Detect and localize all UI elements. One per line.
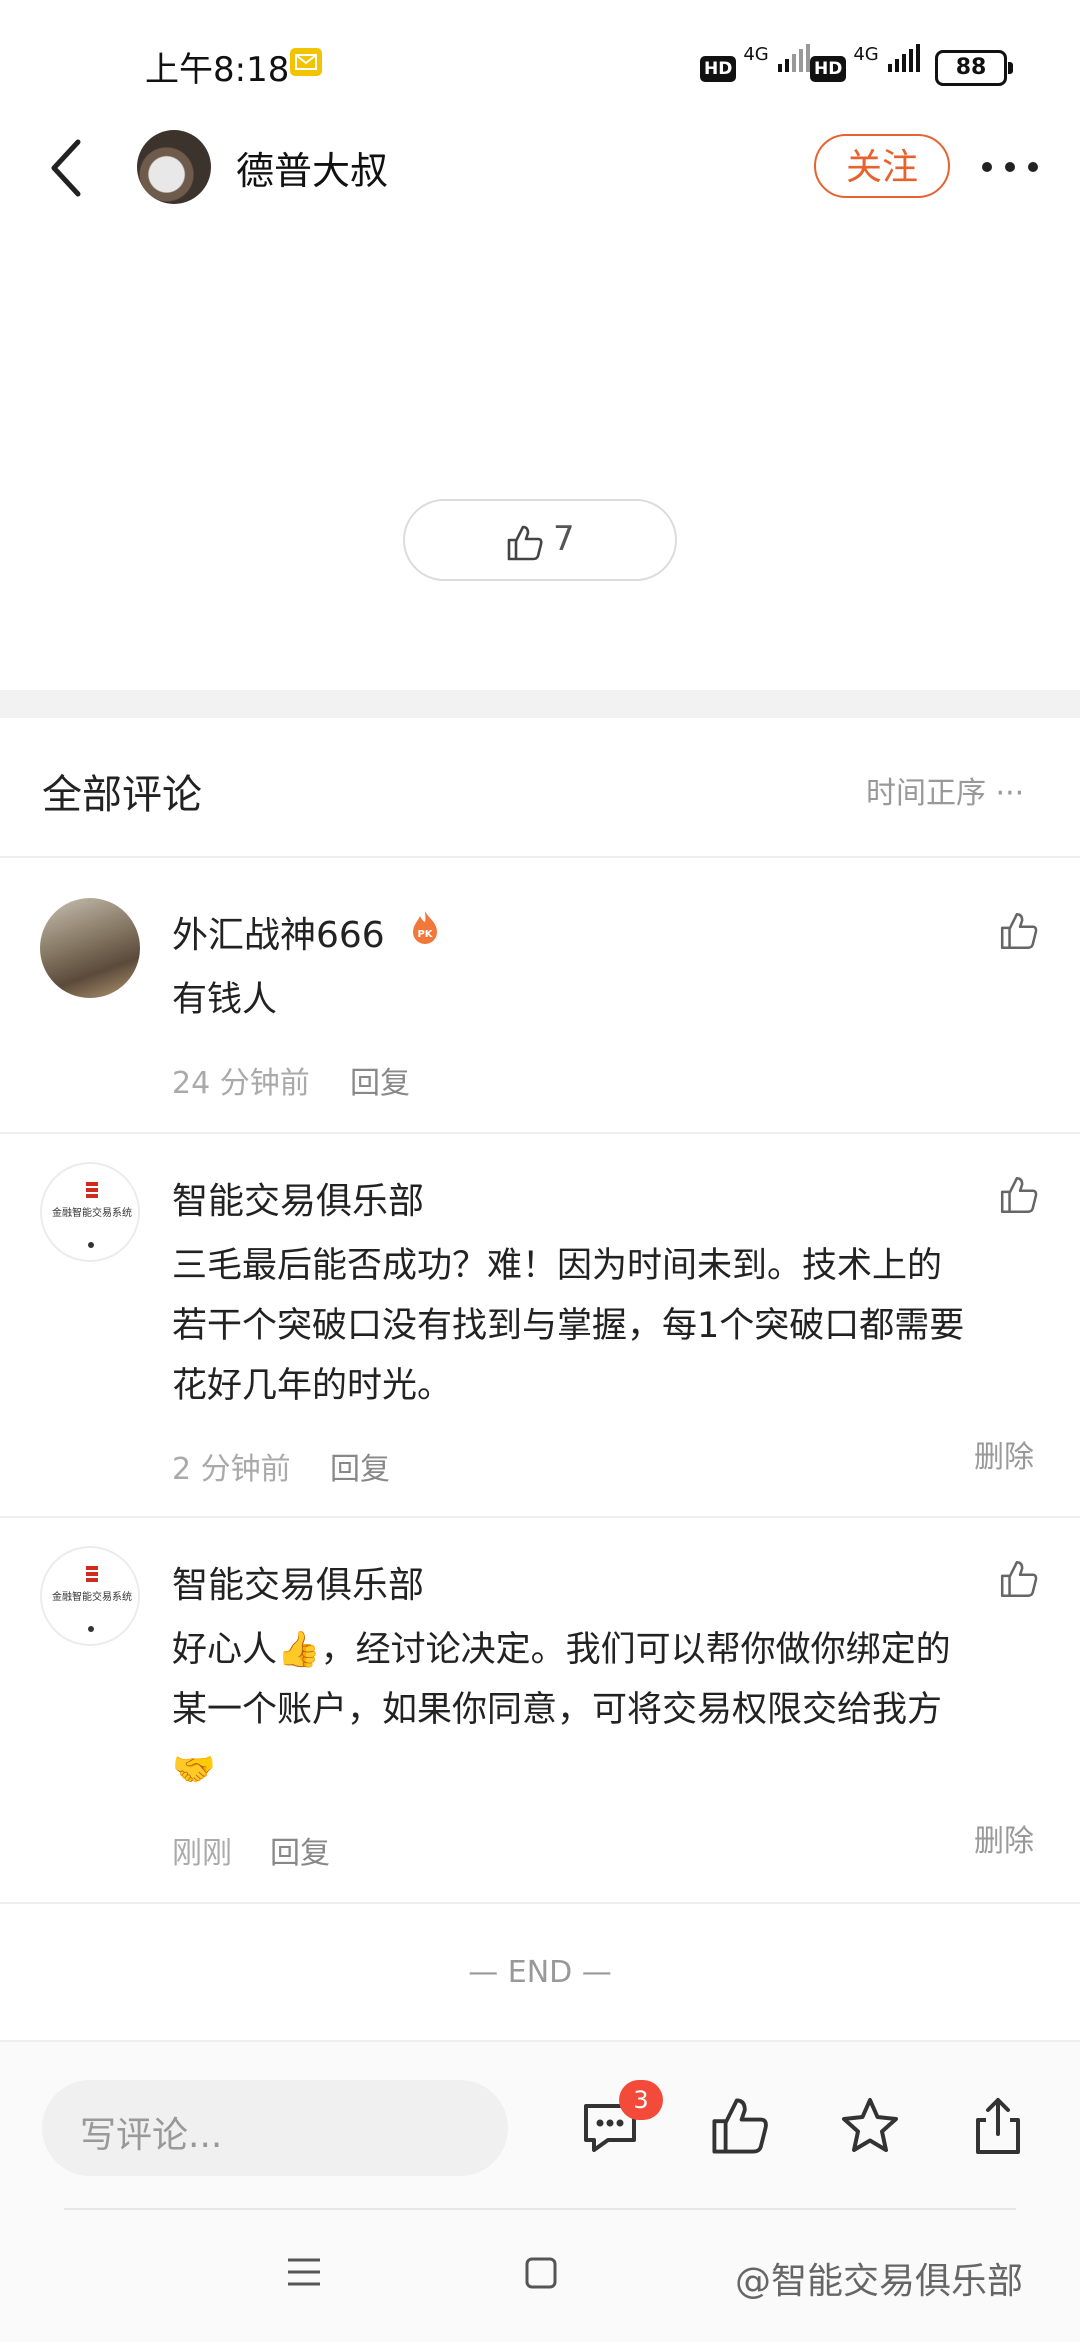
status-time: 上午8:18: [145, 50, 290, 90]
reply-button[interactable]: 回复: [350, 1058, 410, 1102]
comment-time: 刚刚: [172, 1836, 232, 1871]
club-logo-icon: [86, 1566, 98, 1584]
nav-home-button[interactable]: [524, 2256, 558, 2294]
comment-text-line: 花好几年的时光。: [172, 1366, 453, 1406]
commenter-avatar[interactable]: 金融智能交易系统: [40, 1546, 140, 1646]
fire-badge-icon: PK: [413, 911, 437, 944]
logo-dot: [88, 1626, 94, 1632]
nav-menu-button[interactable]: [286, 2256, 322, 2292]
network-type: 4G: [743, 44, 769, 65]
end-marker: — END —: [468, 1955, 612, 1990]
sort-order-button[interactable]: 时间正序 ···: [866, 768, 1024, 812]
star-icon: [842, 2098, 898, 2152]
sim2-indicator: HD 4G: [810, 44, 922, 82]
watermark: @智能交易俱乐部: [735, 2261, 1024, 2302]
thumbs-up-icon: [1000, 912, 1038, 950]
home-square-icon: [525, 2257, 557, 2289]
commenter-avatar[interactable]: [40, 898, 140, 998]
hd-badge: HD: [700, 56, 737, 82]
svg-text:PK: PK: [417, 929, 433, 940]
comments-title: 全部评论: [42, 772, 202, 818]
comment-time: 2 分钟前: [172, 1452, 291, 1487]
delete-button[interactable]: 删除: [974, 1816, 1034, 1860]
author-name[interactable]: 德普大叔: [236, 140, 388, 195]
logo-dot: [88, 1242, 94, 1248]
thumbs-up-icon: [712, 2098, 768, 2154]
comment-text: 有钱人: [172, 980, 278, 1020]
commenter-name[interactable]: 智能交易俱乐部: [172, 1556, 424, 1608]
comment-input-placeholder: 写评论...: [80, 2115, 223, 2156]
commenter-name[interactable]: 外汇战神666: [172, 906, 385, 958]
comment-text-line: 三毛最后能否成功？难！因为时间未到。技术上的: [172, 1246, 943, 1286]
divider: [0, 1132, 1080, 1134]
commenter-avatar[interactable]: 金融智能交易系统: [40, 1162, 140, 1262]
sim1-indicator: HD 4G: [700, 44, 812, 82]
reply-button[interactable]: 回复: [330, 1444, 390, 1488]
comment-text-line: 🤝: [172, 1750, 216, 1790]
battery-indicator: 88: [935, 50, 1013, 86]
share-icon: [976, 2098, 1020, 2154]
more-options-button[interactable]: [980, 150, 1040, 180]
comment-text-line: 若干个突破口没有找到与掌握，每1个突破口都需要: [172, 1306, 965, 1346]
comment-like-button[interactable]: [998, 910, 1040, 952]
follow-button[interactable]: 关注: [814, 134, 950, 198]
comment-like-button[interactable]: [998, 1558, 1040, 1600]
divider: [0, 1516, 1080, 1518]
post-like-button[interactable]: 7: [403, 499, 677, 581]
divider: [0, 856, 1080, 858]
author-avatar[interactable]: [137, 130, 211, 204]
back-button[interactable]: [48, 138, 88, 198]
reply-button[interactable]: 回复: [270, 1828, 330, 1872]
menu-icon: [288, 2258, 320, 2286]
chevron-left-icon: [51, 139, 81, 197]
avatar-logo-text: 金融智能交易系统: [52, 1592, 132, 1603]
mail-notification-icon: [290, 48, 322, 76]
share-button[interactable]: [966, 2094, 1030, 2158]
avatar-logo-text: 金融智能交易系统: [52, 1208, 132, 1219]
divider: [0, 1902, 1080, 1904]
commenter-name[interactable]: 智能交易俱乐部: [172, 1172, 424, 1224]
signal-icon: [777, 44, 810, 72]
nav-divider: [64, 2208, 1016, 2210]
comment-like-button[interactable]: [998, 1174, 1040, 1216]
thumbs-up-icon: [1000, 1560, 1038, 1598]
post-like-count: 7: [553, 519, 575, 559]
delete-button[interactable]: 删除: [974, 1432, 1034, 1476]
thumbs-up-icon: [507, 525, 543, 561]
comment-input[interactable]: 写评论...: [42, 2080, 508, 2176]
club-logo-icon: [86, 1182, 98, 1200]
like-button[interactable]: [708, 2094, 772, 2158]
thumbs-up-icon: [1000, 1176, 1038, 1214]
section-divider: [0, 690, 1080, 718]
favorite-button[interactable]: [838, 2094, 902, 2158]
comment-count-badge: 3: [619, 2080, 663, 2120]
network-type: 4G: [853, 44, 879, 65]
comment-text-line: 好心人👍，经讨论决定。我们可以帮你做你绑定的: [172, 1630, 951, 1670]
comment-time: 24 分钟前: [172, 1066, 310, 1101]
comment-text-line: 某一个账户，如果你同意，可将交易权限交给我方: [172, 1690, 943, 1730]
signal-icon: [887, 44, 920, 72]
hd-badge: HD: [810, 56, 847, 82]
